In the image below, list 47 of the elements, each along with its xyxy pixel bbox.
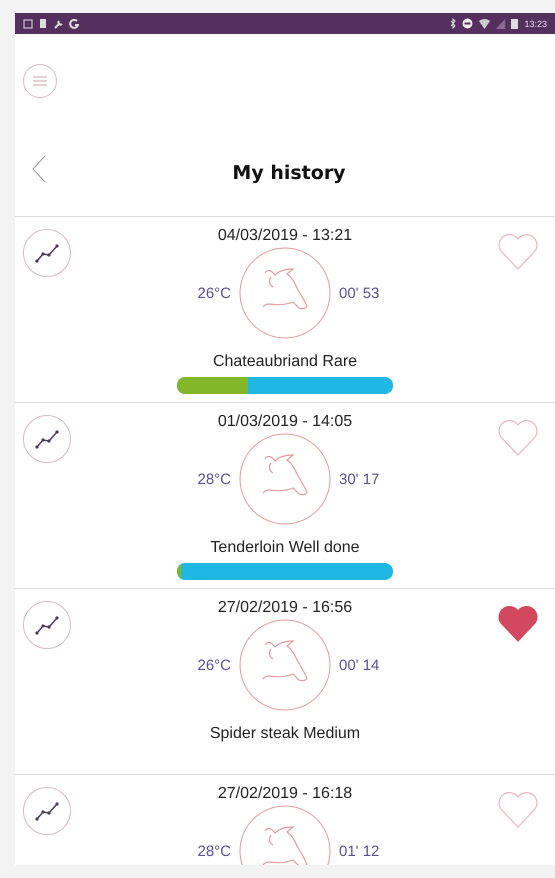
heart-icon	[497, 233, 539, 271]
history-item[interactable]: 27/02/2019 - 16:56 26°C 00' 14 Spider steak Medium	[15, 589, 555, 775]
cooking-duration: 00' 53	[339, 284, 380, 302]
cooking-duration: 01' 12	[339, 842, 380, 860]
history-item[interactable]: 01/03/2019 - 14:05 28°C 30' 17 Tenderloin Well done	[15, 403, 555, 589]
minus-circle-icon	[462, 18, 474, 29]
page-title: My history	[232, 162, 346, 184]
letter-g-icon	[69, 18, 79, 29]
history-item[interactable]: 27/02/2019 - 16:18 28°C 01' 12	[15, 775, 555, 865]
history-date: 04/03/2019 - 13:21	[218, 227, 352, 245]
chart-button[interactable]	[23, 601, 71, 649]
chart-button[interactable]	[23, 787, 71, 835]
menu-button[interactable]	[23, 64, 57, 98]
line-chart-icon	[35, 429, 59, 449]
wrench-icon	[53, 18, 63, 28]
wifi-icon	[479, 18, 490, 28]
menu-icon	[33, 76, 47, 86]
history-date: 27/02/2019 - 16:56	[218, 599, 352, 617]
temperature-reading: 26°C	[196, 284, 231, 302]
chart-button[interactable]	[23, 415, 71, 463]
line-chart-icon	[35, 615, 59, 635]
favorite-button[interactable]	[497, 605, 539, 643]
history-item[interactable]: 04/03/2019 - 13:21 26°C 00' 53 Chateaubriand Rare	[15, 217, 555, 403]
cow-head-icon	[239, 247, 331, 339]
line-chart-icon	[35, 243, 59, 263]
bluetooth-icon	[450, 18, 456, 29]
heart-icon	[497, 791, 539, 829]
dish-name: Tenderloin Well done	[210, 539, 360, 557]
history-date: 01/03/2019 - 14:05	[218, 413, 352, 431]
image-icon	[23, 18, 33, 28]
heart-icon	[497, 419, 539, 457]
cow-head-icon	[239, 433, 331, 525]
cow-head-icon	[239, 619, 331, 711]
line-chart-icon	[35, 801, 59, 821]
battery-icon	[511, 18, 518, 29]
temperature-reading: 28°C	[196, 842, 231, 860]
dish-name: Chateaubriand Rare	[212, 353, 358, 371]
chart-button[interactable]	[23, 229, 71, 277]
signal-icon	[496, 18, 506, 28]
heart-icon	[497, 605, 539, 643]
temperature-reading: 26°C	[196, 656, 231, 674]
temperature-reading: 28°C	[196, 470, 231, 488]
history-date: 27/02/2019 - 16:18	[218, 785, 352, 803]
status-time: 13:23	[524, 18, 547, 28]
cooking-duration: 00' 14	[339, 656, 380, 674]
dish-name: Spider steak Medium	[210, 725, 360, 743]
cooking-duration: 30' 17	[339, 470, 380, 488]
